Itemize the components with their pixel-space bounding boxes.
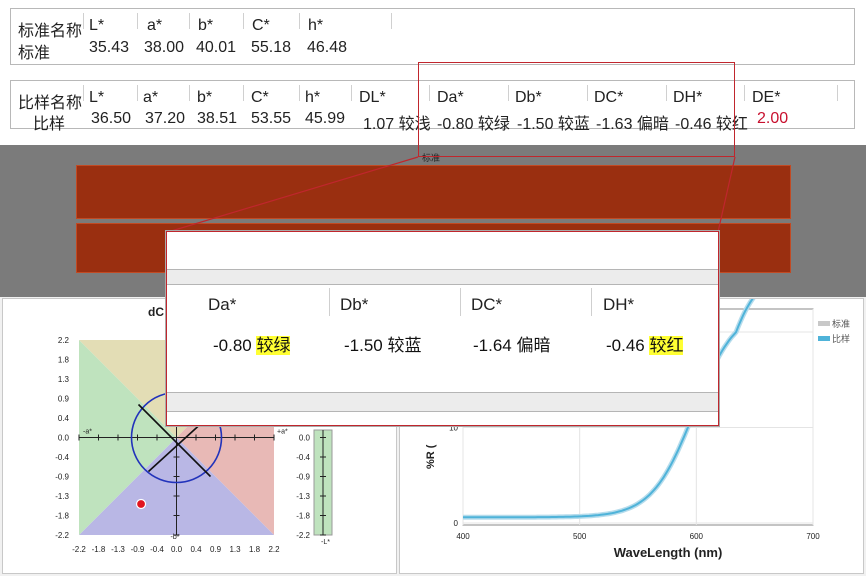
- axis-label-neg-b: -b*: [171, 534, 180, 541]
- std-header-b: b*: [198, 17, 214, 34]
- y-tick-label: 2.2: [58, 336, 70, 345]
- y-tick-label: 1.8: [58, 356, 70, 365]
- zoom-word-dh: 较红: [649, 336, 684, 355]
- zoom-num-dh: -0.46: [606, 336, 645, 355]
- zoom-header-db: Db*: [340, 295, 369, 314]
- y-tick-label: -1.8: [55, 512, 69, 521]
- smp-header-b: b*: [197, 89, 213, 106]
- zoom-value-da: -0.80 较绿: [213, 331, 291, 356]
- std-row-a: 38.00: [144, 39, 185, 56]
- std-header-h: h*: [308, 17, 324, 34]
- smp-row-h: 45.99: [305, 110, 346, 127]
- standard-swatch: [76, 165, 791, 219]
- smp-header-a: a*: [143, 89, 159, 106]
- x-tick-label: 1.3: [229, 545, 241, 554]
- zoom-value-dc: -1.64 偏暗: [473, 331, 550, 356]
- zoom-header-dc: DC*: [471, 295, 503, 314]
- smp-row-l: 36.50: [91, 110, 132, 127]
- x-tick-label: 600: [690, 532, 704, 541]
- std-header-a: a*: [147, 17, 163, 34]
- y-tick-label: -0.9: [55, 473, 69, 482]
- std-row-name[interactable]: 标准: [18, 39, 50, 63]
- y-tick-label: -1.3: [55, 492, 69, 501]
- x-tick-label: 400: [456, 532, 470, 541]
- std-row-l: 35.43: [89, 39, 130, 56]
- std-row-c: 55.18: [251, 39, 292, 56]
- zoom-value-dh: -0.46 较红: [606, 331, 684, 356]
- y-tick-label: -0.4: [55, 453, 69, 462]
- l-tick-label: -0.4: [296, 453, 310, 462]
- y-axis-label: %R (: [425, 444, 437, 469]
- zoom-header-strip: [167, 269, 718, 285]
- x-axis-label: WaveLength (nm): [614, 545, 723, 560]
- zoom-header-da: Da*: [208, 295, 237, 314]
- x-tick-label: 1.8: [249, 545, 261, 554]
- zoom-header-dh: DH*: [603, 295, 635, 314]
- x-tick-label: -1.8: [92, 545, 106, 554]
- std-header-name: 标准名称: [18, 23, 83, 40]
- zoom-footer-strip: [167, 392, 718, 412]
- smp-row-b: 38.51: [197, 110, 238, 127]
- zoom-num-dc: -1.64: [473, 336, 512, 355]
- sample-point: [135, 498, 147, 510]
- std-header-c: C*: [252, 17, 270, 34]
- std-row-h: 46.48: [307, 39, 348, 56]
- y-tick-label: 1.3: [58, 375, 70, 384]
- smp-header-l: L*: [89, 89, 105, 106]
- x-tick-label: 500: [573, 532, 587, 541]
- y-tick-label: 0: [454, 519, 459, 528]
- y-tick-label: 0.0: [58, 434, 70, 443]
- x-tick-label: -0.4: [150, 545, 164, 554]
- x-tick-label: -1.3: [111, 545, 125, 554]
- zoom-word-dc: 偏暗: [516, 336, 551, 355]
- zoom-value-db: -1.50 较蓝: [344, 331, 421, 356]
- legend-swatch-standard: [818, 321, 830, 326]
- smp-header-h: h*: [305, 89, 321, 106]
- axis-label-neg-l: -L*: [321, 539, 330, 546]
- zoom-word-da: 较绿: [256, 336, 291, 355]
- smp-header-dl: DL*: [359, 89, 386, 106]
- l-tick-label: -1.3: [296, 492, 310, 501]
- x-tick-label: 0.9: [210, 545, 222, 554]
- zoom-word-db: 较蓝: [387, 336, 422, 355]
- smp-row-c: 53.55: [251, 110, 292, 127]
- l-tick-label: -0.9: [296, 473, 310, 482]
- axis-label-pos-a: +a*: [277, 429, 288, 436]
- zoom-num-da: -0.80: [213, 336, 252, 355]
- x-tick-label: 2.2: [268, 545, 280, 554]
- y-tick-label: 0.4: [58, 414, 70, 423]
- legend-standard: 标准: [832, 318, 850, 329]
- x-tick-label: 0.4: [190, 545, 202, 554]
- std-row-b: 40.01: [196, 39, 237, 56]
- smp-row-name[interactable]: 比样: [33, 110, 65, 134]
- smp-row-de: 2.00: [757, 110, 789, 127]
- l-tick-label: -2.2: [296, 531, 310, 540]
- zoom-callout: Da* Db* DC* DH* -0.80 较绿 -1.50 较蓝 -1.64 …: [166, 231, 719, 426]
- x-tick-label: 0.0: [171, 545, 183, 554]
- y-tick-label: -2.2: [55, 531, 69, 540]
- x-tick-label: 700: [806, 532, 820, 541]
- standard-table: 标准名称 L* a* b* C* h* 标准 35.43 38.00 40.01…: [10, 8, 855, 65]
- x-tick-label: -2.2: [72, 545, 86, 554]
- l-tick-label: -1.8: [296, 512, 310, 521]
- smp-header-c: C*: [251, 89, 269, 106]
- highlight-frame: [418, 62, 735, 157]
- legend-swatch-sample: [818, 336, 830, 341]
- smp-header-de: DE*: [752, 89, 781, 106]
- l-tick-label: 0.0: [299, 434, 311, 443]
- legend-sample: 比样: [832, 333, 850, 344]
- zoom-num-db: -1.50: [344, 336, 383, 355]
- smp-row-a: 37.20: [145, 110, 186, 127]
- std-header-l: L*: [89, 17, 105, 34]
- axis-label-neg-a: -a*: [83, 429, 92, 436]
- x-tick-label: -0.9: [131, 545, 145, 554]
- y-tick-label: 0.9: [58, 395, 70, 404]
